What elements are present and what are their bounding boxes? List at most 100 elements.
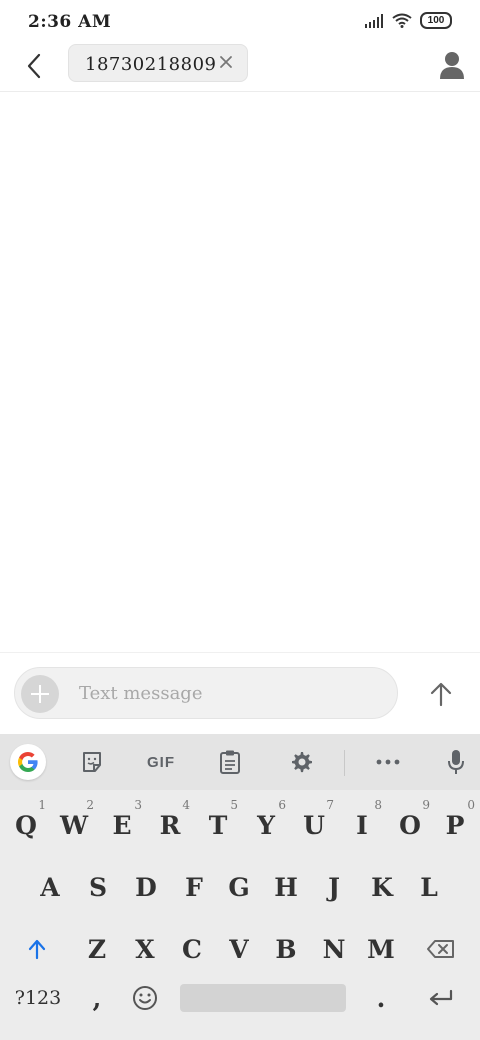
key-label: X [135, 934, 155, 964]
gif-label: GIF [147, 753, 175, 771]
back-button[interactable] [18, 48, 50, 84]
key-w[interactable]: W2 [51, 796, 97, 854]
key-g[interactable]: G [216, 858, 262, 916]
key-row-2: A S D F G H J K L [0, 858, 480, 918]
microphone-glyph [448, 750, 464, 774]
backspace-icon [427, 940, 454, 958]
key-label: Y [257, 810, 275, 840]
key-z[interactable]: Z [74, 920, 120, 978]
back-arrow-icon [27, 53, 41, 79]
key-hint: 8 [374, 798, 382, 812]
battery-level: 100 [427, 15, 445, 26]
key-label: H [274, 872, 298, 902]
microphone-icon[interactable] [438, 744, 474, 780]
gif-button[interactable]: GIF [140, 744, 182, 780]
key-q[interactable]: Q1 [3, 796, 49, 854]
key-n[interactable]: N [311, 920, 357, 978]
key-hint: 5 [230, 798, 238, 812]
gear-icon[interactable] [284, 744, 320, 780]
key-y[interactable]: Y6 [243, 796, 289, 854]
key-row-1: Q1 W2 E3 R4 T5 Y6 U7 I8 O9 P0 [0, 796, 480, 856]
more-dots-glyph [376, 759, 400, 765]
shift-arrow-icon [28, 939, 46, 960]
key-r[interactable]: R4 [147, 796, 193, 854]
sticker-glyph [83, 752, 101, 772]
clipboard-glyph [220, 750, 240, 774]
enter-icon [429, 989, 453, 1006]
key-l[interactable]: L [406, 858, 452, 916]
period-label: . [376, 983, 386, 1013]
key-label: T [208, 810, 228, 840]
key-label: R [159, 810, 181, 840]
compose-field [14, 667, 398, 719]
key-label: E [112, 810, 132, 840]
key-o[interactable]: O9 [387, 796, 433, 854]
key-c[interactable]: C [169, 920, 215, 978]
more-dots-icon[interactable] [370, 744, 406, 780]
key-i[interactable]: I8 [339, 796, 385, 854]
key-label: I [356, 810, 368, 840]
key-label: G [228, 872, 250, 902]
key-p[interactable]: P0 [432, 796, 478, 854]
key-hint: 7 [326, 798, 334, 812]
key-label: P [445, 810, 465, 840]
emoji-key[interactable] [122, 976, 168, 1020]
message-list [0, 92, 480, 652]
backspace-key[interactable] [418, 920, 464, 978]
key-label: F [185, 872, 203, 902]
period-key[interactable]: . [358, 976, 404, 1020]
compose-bar [0, 652, 480, 735]
google-g-icon[interactable] [10, 744, 46, 780]
person-icon [440, 52, 464, 79]
key-label: Q [15, 810, 37, 840]
key-h[interactable]: H [263, 858, 309, 916]
key-row-3: Z X C V B N M [0, 920, 480, 980]
plus-icon[interactable] [21, 675, 59, 713]
key-x[interactable]: X [122, 920, 168, 978]
toolbar-divider [344, 750, 345, 776]
key-label: A [40, 872, 60, 902]
key-d[interactable]: D [123, 858, 169, 916]
key-hint: 2 [86, 798, 94, 812]
signal-icon [365, 13, 383, 28]
key-label: J [328, 872, 340, 902]
key-t[interactable]: T5 [195, 796, 241, 854]
key-label: O [399, 810, 421, 840]
key-b[interactable]: B [263, 920, 309, 978]
space-bar[interactable] [180, 984, 346, 1012]
key-j[interactable]: J [311, 858, 357, 916]
conversation-header: 18730218809 [0, 44, 480, 92]
up-arrow-send-icon[interactable] [426, 679, 456, 709]
comma-label: , [92, 983, 102, 1013]
key-v[interactable]: V [216, 920, 262, 978]
keyboard: G I F Q 1 W 2 E 3 R 4 T 5 Y 6 U 7 I 8 O 9 … [0, 734, 480, 1040]
key-label: M [367, 934, 395, 964]
gear-glyph [292, 752, 312, 773]
key-label: Z [87, 934, 107, 964]
key-m[interactable]: M [358, 920, 404, 978]
key-row-4: ?123 , . [0, 976, 480, 1036]
enter-key[interactable] [418, 976, 464, 1020]
sticker-icon[interactable] [74, 744, 110, 780]
key-k[interactable]: K [359, 858, 405, 916]
clipboard-icon[interactable] [212, 744, 248, 780]
key-hint: 1 [38, 798, 46, 812]
battery-icon: 100 [420, 12, 452, 29]
recipient-chip[interactable]: 18730218809 [68, 44, 248, 82]
contact-button[interactable] [438, 49, 466, 81]
shift-key[interactable] [14, 920, 60, 978]
key-s[interactable]: S [75, 858, 121, 916]
key-f[interactable]: F [171, 858, 217, 916]
comma-key[interactable]: , [74, 976, 120, 1020]
symbols-key[interactable]: ?123 [10, 976, 66, 1020]
key-a[interactable]: A [27, 858, 73, 916]
key-label: K [371, 872, 393, 902]
keyboard-toolbar: GIF [0, 734, 480, 790]
message-input[interactable] [79, 680, 379, 706]
key-e[interactable]: E3 [99, 796, 145, 854]
key-hint: 6 [278, 798, 286, 812]
key-label: D [135, 872, 157, 902]
key-u[interactable]: U7 [291, 796, 337, 854]
status-bar: 2:36 AM 100 [0, 0, 480, 44]
close-icon[interactable] [217, 53, 235, 71]
